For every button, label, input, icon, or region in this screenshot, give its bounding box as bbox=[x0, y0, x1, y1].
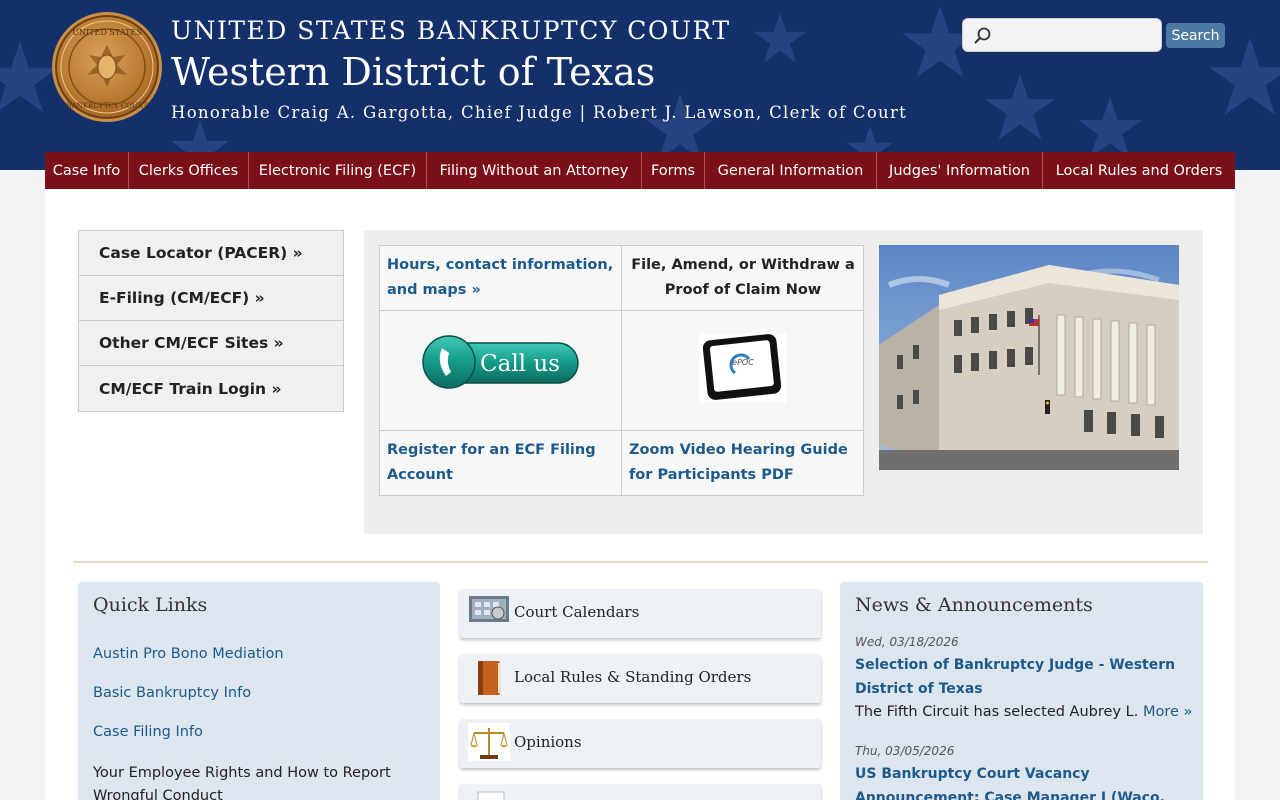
call-us-button[interactable]: Call us bbox=[422, 333, 580, 391]
quick-links-panel: Quick Links Austin Pro Bono Mediation Ba… bbox=[78, 582, 440, 800]
nav-clerks-offices[interactable]: Clerks Offices bbox=[129, 152, 249, 189]
call-us-cell: Call us bbox=[380, 311, 622, 431]
scales-of-justice-icon bbox=[468, 723, 510, 761]
tile-local-rules[interactable]: Local Rules & Standing Orders bbox=[460, 654, 821, 703]
side-item-case-locator[interactable]: Case Locator (PACER) » bbox=[79, 231, 343, 276]
site-header: UNITED STATES BANKRUPTCY COURT UNITED ST… bbox=[0, 0, 1280, 170]
nav-local-rules-orders[interactable]: Local Rules and Orders bbox=[1043, 152, 1235, 189]
tile-label: Court Calendars bbox=[514, 603, 640, 621]
feature-grid: Hours, contact information, and maps » F… bbox=[379, 245, 864, 496]
court-name-heading: UNITED STATES BANKRUPTCY COURT bbox=[171, 16, 731, 45]
quick-link-case-filing[interactable]: Case Filing Info bbox=[93, 724, 203, 740]
epoc-tablet-icon[interactable]: ePOC bbox=[699, 333, 786, 403]
hours-contact-link[interactable]: Hours, contact information, and maps » bbox=[380, 246, 622, 311]
tile-opinions[interactable]: Opinions bbox=[460, 719, 821, 768]
news-headline-link[interactable]: Selection of Bankruptcy Judge - Western … bbox=[855, 653, 1190, 701]
side-item-e-filing[interactable]: E-Filing (CM/ECF) » bbox=[79, 276, 343, 321]
proof-of-claim-link[interactable]: File, Amend, or Withdraw a Proof of Clai… bbox=[622, 246, 864, 311]
search-input[interactable] bbox=[995, 23, 1155, 47]
svg-text:ePOC: ePOC bbox=[732, 358, 754, 367]
news-title: News & Announcements bbox=[855, 594, 1093, 616]
svg-text:UNITED STATES: UNITED STATES bbox=[72, 28, 141, 37]
news-summary-text: The Fifth Circuit has selected Aubrey L. bbox=[855, 704, 1139, 720]
news-headline-link[interactable]: US Bankruptcy Court Vacancy Announcement… bbox=[855, 762, 1190, 800]
quick-links-title: Quick Links bbox=[93, 594, 208, 616]
nav-general-information[interactable]: General Information bbox=[705, 152, 877, 189]
zoom-guide-link[interactable]: Zoom Video Hearing Guide for Participant… bbox=[622, 431, 864, 495]
quick-link-basic-bankruptcy[interactable]: Basic Bankruptcy Info bbox=[93, 685, 251, 701]
news-date: Thu, 03/05/2026 bbox=[855, 744, 955, 758]
tile-more[interactable] bbox=[460, 784, 821, 800]
nav-filing-without-attorney[interactable]: Filing Without an Attorney bbox=[427, 152, 642, 189]
svg-text:Call us: Call us bbox=[480, 351, 560, 377]
main-nav: Case Info Clerks Offices Electronic Fili… bbox=[45, 152, 1235, 189]
nav-forms[interactable]: Forms bbox=[642, 152, 705, 189]
quick-link-austin-pro-bono[interactable]: Austin Pro Bono Mediation bbox=[93, 646, 284, 662]
side-item-other-cmecf[interactable]: Other CM/ECF Sites » bbox=[79, 321, 343, 366]
court-seal-logo[interactable]: UNITED STATES BANKRUPTCY COURT bbox=[52, 12, 162, 122]
district-title[interactable]: Western District of Texas bbox=[171, 50, 655, 94]
tile-court-calendars[interactable]: Court Calendars bbox=[460, 589, 821, 638]
news-date: Wed, 03/18/2026 bbox=[855, 635, 959, 649]
document-icon bbox=[477, 791, 505, 800]
side-item-cmecf-train[interactable]: CM/ECF Train Login » bbox=[79, 366, 343, 411]
tile-label: Local Rules & Standing Orders bbox=[514, 668, 752, 686]
nav-judges-information[interactable]: Judges' Information bbox=[877, 152, 1043, 189]
side-menu: Case Locator (PACER) » E-Filing (CM/ECF)… bbox=[78, 230, 344, 412]
book-icon bbox=[478, 661, 501, 695]
news-panel: News & Announcements Wed, 03/18/2026 Sel… bbox=[840, 582, 1203, 800]
register-ecf-link[interactable]: Register for an ECF Filing Account bbox=[380, 431, 622, 495]
section-divider bbox=[73, 561, 1208, 563]
search-button[interactable]: Search bbox=[1166, 23, 1225, 48]
news-summary: The Fifth Circuit has selected Aubrey L.… bbox=[855, 704, 1192, 720]
nav-electronic-filing[interactable]: Electronic Filing (ECF) bbox=[249, 152, 427, 189]
tile-label: Opinions bbox=[514, 733, 582, 751]
calendar-icon bbox=[469, 596, 509, 622]
news-more-link[interactable]: More » bbox=[1143, 704, 1192, 720]
judge-clerk-line: Honorable Craig A. Gargotta, Chief Judge… bbox=[171, 103, 908, 122]
epoc-cell: ePOC bbox=[622, 311, 864, 431]
svg-text:BANKRUPTCY COURT: BANKRUPTCY COURT bbox=[66, 102, 147, 110]
nav-case-info[interactable]: Case Info bbox=[45, 152, 129, 189]
search-icon bbox=[974, 27, 991, 44]
search-box bbox=[962, 18, 1162, 52]
courthouse-photo bbox=[879, 245, 1179, 470]
employee-rights-text[interactable]: Your Employee Rights and How to Report W… bbox=[93, 762, 423, 800]
